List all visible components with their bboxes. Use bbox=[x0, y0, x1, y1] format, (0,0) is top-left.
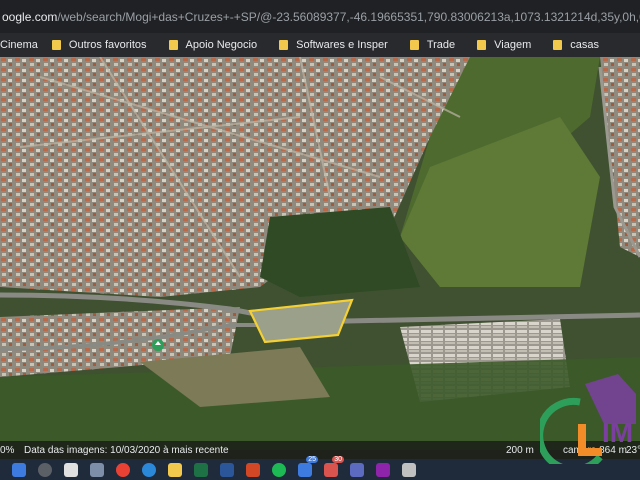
bookmark-label: casas bbox=[570, 39, 600, 51]
spotify-icon[interactable] bbox=[272, 462, 286, 477]
mail-icon[interactable]: 25 bbox=[298, 455, 318, 477]
excel-icon[interactable] bbox=[194, 462, 208, 477]
folder-icon bbox=[279, 40, 289, 50]
word-icon[interactable] bbox=[220, 462, 234, 477]
bookmark-label: Softwares e Insper bbox=[296, 39, 388, 51]
search-icon[interactable] bbox=[38, 462, 52, 477]
svg-text:IM: IM bbox=[602, 417, 633, 448]
image-date: Data das imagens: 10/03/2020 à mais rece… bbox=[24, 445, 229, 456]
folder-icon bbox=[409, 40, 419, 50]
chrome-icon[interactable] bbox=[116, 462, 130, 477]
app-badge: 30 bbox=[332, 455, 344, 463]
bookmark-label: Trade bbox=[426, 39, 456, 51]
scale-label: 200 m bbox=[506, 445, 534, 456]
bookmark-label: Outros favoritos bbox=[68, 39, 147, 51]
notification-app-icon[interactable]: 30 bbox=[324, 455, 344, 477]
app-icon-3[interactable] bbox=[402, 462, 416, 477]
url-path: /web/search/Mogi+das+Cruzes+-+SP/@-23.56… bbox=[57, 9, 640, 24]
bookmark-label: Cinema bbox=[0, 39, 38, 51]
windows-start-icon[interactable] bbox=[12, 462, 26, 477]
file-explorer-icon[interactable] bbox=[168, 462, 182, 477]
mail-badge: 25 bbox=[306, 455, 318, 463]
bookmark-softwares-insper[interactable]: Softwares e Insper bbox=[279, 39, 388, 51]
bookmark-outros-favoritos[interactable]: Outros favoritos bbox=[51, 39, 147, 51]
status-left-value: 0% bbox=[0, 445, 15, 456]
folder-icon bbox=[51, 40, 61, 50]
bookmark-trade[interactable]: Trade bbox=[409, 39, 456, 51]
map-pin-icon[interactable] bbox=[152, 339, 164, 351]
bookmark-label: Viagem bbox=[494, 39, 532, 51]
bookmark-apoio-negocio[interactable]: Apoio Negocio bbox=[168, 39, 258, 51]
edge-icon[interactable] bbox=[142, 462, 156, 477]
bookmarks-bar: Cinema Outros favoritos Apoio Negocio So… bbox=[0, 33, 640, 57]
logo-mark: IM bbox=[536, 374, 636, 473]
powerpoint-icon[interactable] bbox=[246, 462, 260, 477]
chat-icon[interactable] bbox=[90, 462, 104, 477]
app-icon-2[interactable] bbox=[376, 462, 390, 477]
task-view-icon[interactable] bbox=[64, 462, 78, 477]
bookmark-label: Apoio Negocio bbox=[185, 39, 258, 51]
bookmark-cinema[interactable]: Cinema bbox=[0, 39, 38, 51]
bookmark-viagem[interactable]: Viagem bbox=[477, 39, 531, 51]
folder-icon bbox=[553, 40, 563, 50]
bookmark-casas[interactable]: casas bbox=[553, 39, 599, 51]
url-host: oogle.com bbox=[2, 9, 58, 24]
folder-icon bbox=[168, 40, 178, 50]
real-estate-watermark-logo: IM bbox=[536, 372, 640, 473]
app-icon[interactable] bbox=[350, 462, 364, 477]
address-bar[interactable]: oogle.com/web/search/Mogi+das+Cruzes+-+S… bbox=[0, 0, 640, 33]
folder-icon bbox=[477, 40, 487, 50]
